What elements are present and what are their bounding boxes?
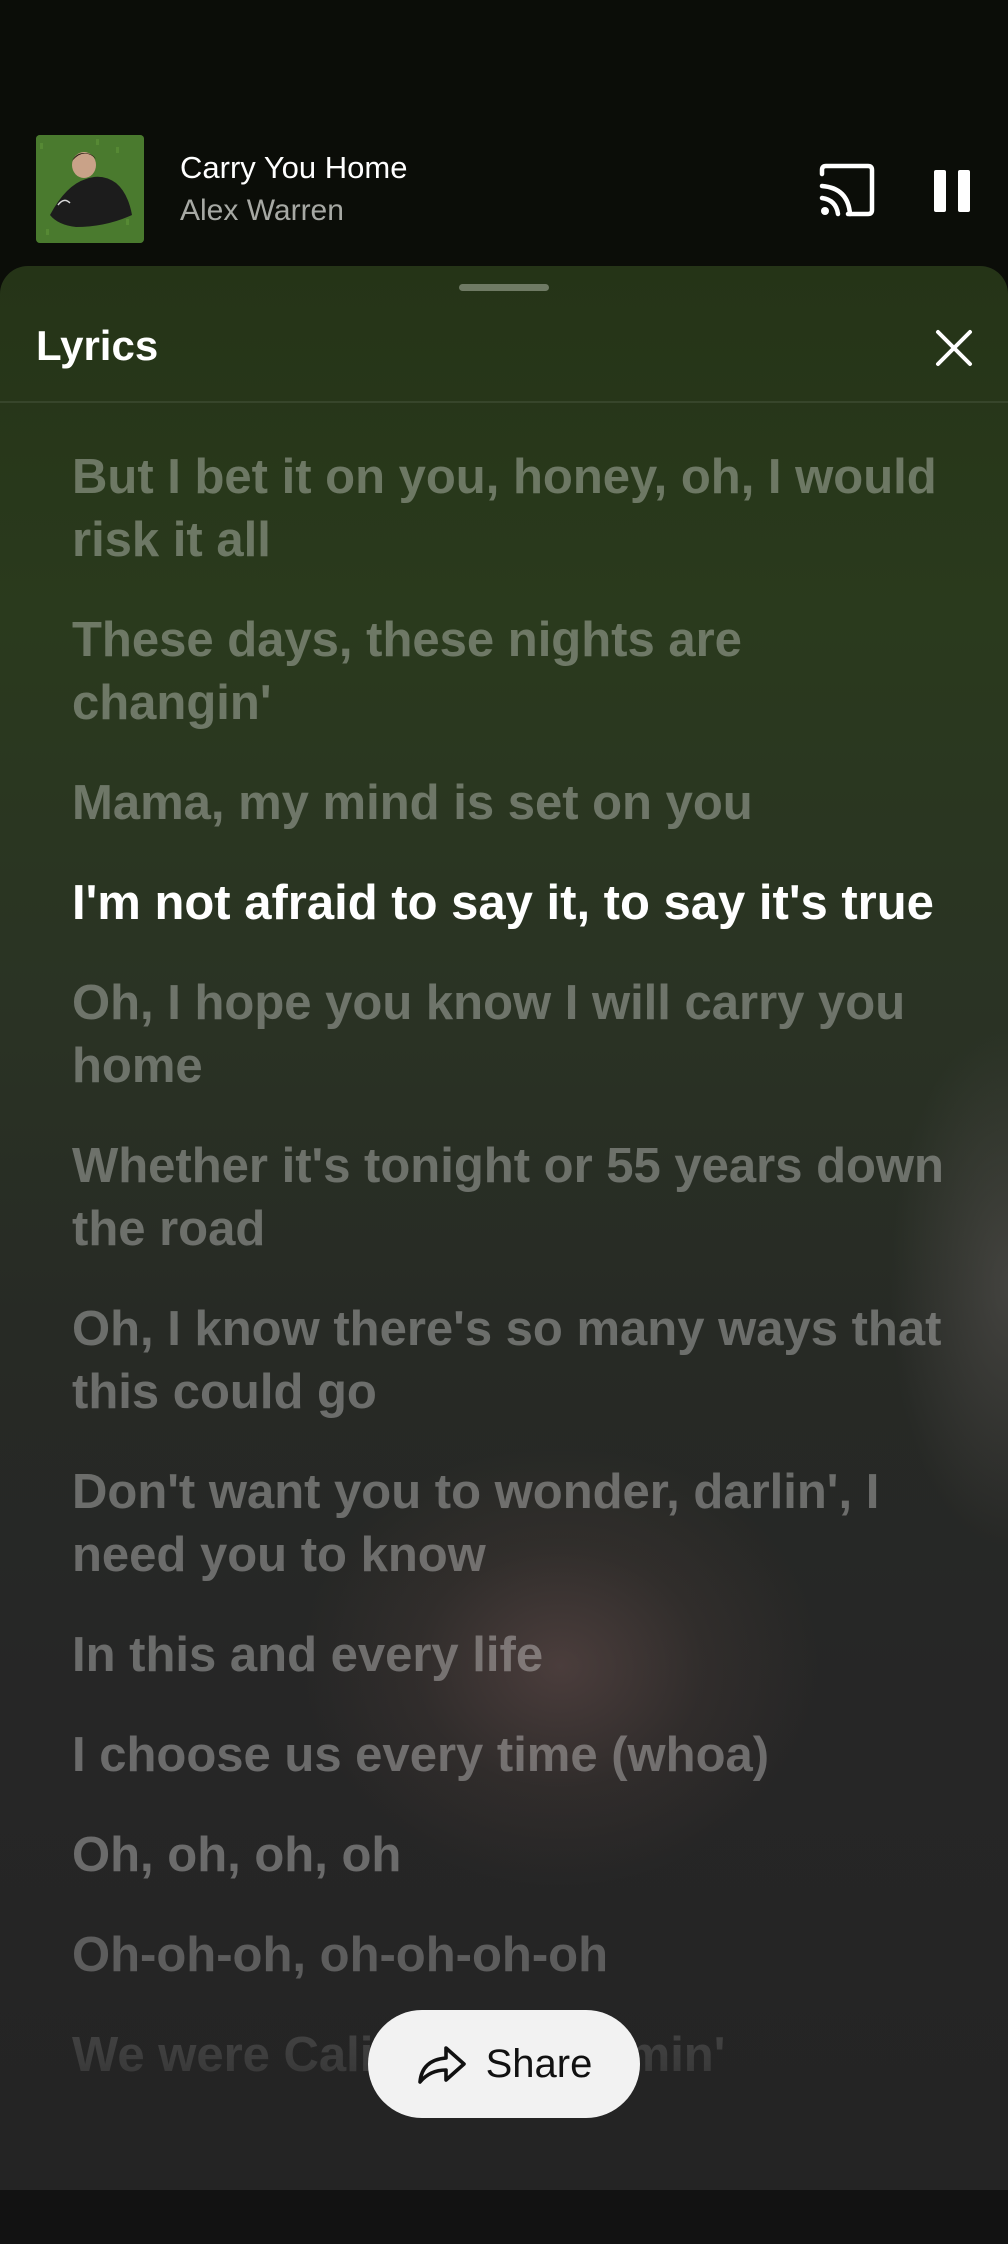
system-nav-bar bbox=[0, 2190, 1008, 2244]
lyric-line[interactable]: Oh, I hope you know I will carry you hom… bbox=[72, 972, 952, 1098]
track-title[interactable]: Carry You Home bbox=[180, 150, 407, 186]
close-lyrics-button[interactable] bbox=[930, 324, 978, 372]
album-art[interactable] bbox=[36, 135, 144, 243]
lyric-line[interactable]: But I bet it on you, honey, oh, I would … bbox=[72, 446, 952, 572]
lyric-line[interactable]: Whether it's tonight or 55 years down th… bbox=[72, 1135, 952, 1261]
lyrics-list: But I bet it on you, honey, oh, I would … bbox=[72, 446, 952, 2124]
lyrics-screen: Carry You Home Alex Warren Lyrics But I … bbox=[0, 0, 1008, 2244]
pause-button[interactable] bbox=[928, 164, 978, 218]
lyric-line[interactable]: Don't want you to wonder, darlin', I nee… bbox=[72, 1461, 952, 1587]
lyric-line[interactable]: Mama, my mind is set on you bbox=[72, 772, 952, 835]
cast-button[interactable] bbox=[816, 162, 876, 218]
share-icon bbox=[417, 2046, 466, 2084]
mini-player[interactable]: Carry You Home Alex Warren bbox=[0, 120, 1008, 260]
lyric-line[interactable]: Oh-oh-oh, oh-oh-oh-oh bbox=[72, 1924, 952, 1987]
lyric-line[interactable]: Oh, oh, oh, oh bbox=[72, 1824, 952, 1887]
header-divider bbox=[0, 401, 1008, 403]
lyric-line-active[interactable]: I'm not afraid to say it, to say it's tr… bbox=[72, 872, 952, 935]
lyric-line[interactable]: These days, these nights are changin' bbox=[72, 609, 952, 735]
lyrics-title: Lyrics bbox=[36, 322, 159, 369]
lyrics-sheet: Lyrics But I bet it on you, honey, oh, I… bbox=[0, 266, 1008, 2190]
pause-icon bbox=[934, 170, 970, 212]
lyric-line[interactable]: I choose us every time (whoa) bbox=[72, 1724, 952, 1787]
cast-icon bbox=[819, 163, 875, 217]
share-label: Share bbox=[485, 2041, 593, 2086]
lyric-line[interactable]: In this and every life bbox=[72, 1624, 952, 1687]
lyric-line[interactable]: Oh, I know there's so many ways that thi… bbox=[72, 1298, 952, 1424]
share-button[interactable]: Share bbox=[368, 2010, 640, 2118]
close-icon bbox=[936, 330, 972, 366]
drag-handle[interactable] bbox=[459, 284, 549, 291]
track-artist[interactable]: Alex Warren bbox=[180, 194, 344, 228]
